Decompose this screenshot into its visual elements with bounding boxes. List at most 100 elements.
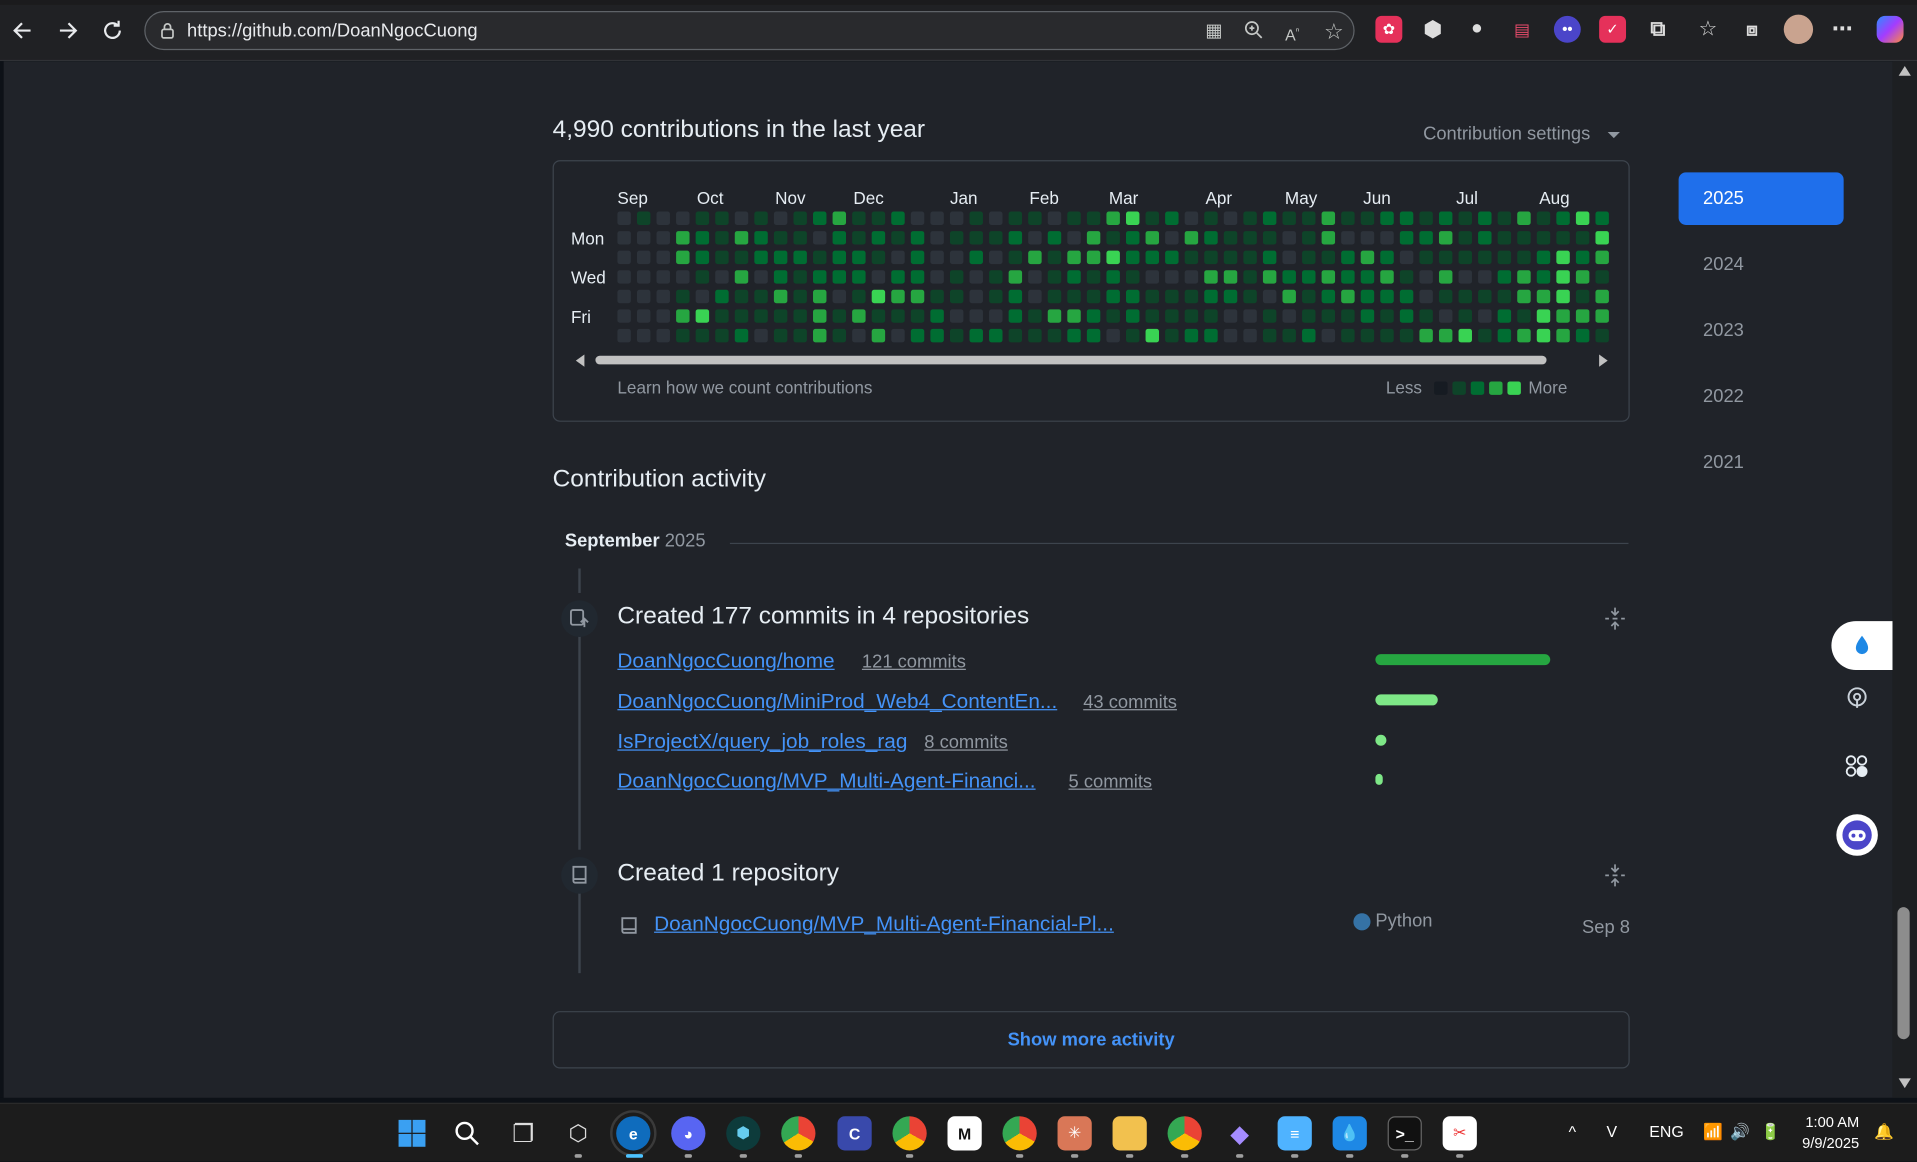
contribution-day[interactable] (1497, 309, 1512, 323)
contribution-day[interactable] (1321, 270, 1336, 284)
commit-count-link[interactable]: 121 commits (862, 652, 966, 673)
contribution-day[interactable] (949, 270, 964, 284)
contribution-day[interactable] (1478, 309, 1492, 323)
contribution-day[interactable] (1262, 211, 1277, 225)
contribution-day[interactable] (1067, 328, 1081, 343)
fold-icon[interactable] (1604, 606, 1626, 630)
contribution-day[interactable] (773, 289, 788, 304)
contribution-day[interactable] (695, 231, 710, 245)
contribution-day[interactable] (910, 231, 925, 245)
contribution-day[interactable] (1419, 211, 1433, 225)
contribution-day[interactable] (1556, 270, 1570, 284)
contribution-day[interactable] (1399, 231, 1414, 245)
contribution-day[interactable] (1067, 250, 1081, 265)
contribution-day[interactable] (1047, 328, 1062, 343)
contribution-day[interactable] (636, 231, 651, 245)
contribution-day[interactable] (1419, 231, 1433, 245)
contribution-day[interactable] (832, 328, 847, 343)
contribution-day[interactable] (1282, 328, 1296, 343)
contribution-day[interactable] (871, 211, 886, 225)
contribution-day[interactable] (676, 328, 690, 343)
contribution-day[interactable] (1360, 231, 1375, 245)
contribution-day[interactable] (989, 328, 1003, 343)
contribution-day[interactable] (1243, 250, 1257, 265)
contribution-day[interactable] (1478, 289, 1492, 304)
contribution-day[interactable] (1321, 289, 1336, 304)
contribution-day[interactable] (734, 328, 749, 343)
contribution-day[interactable] (1282, 309, 1296, 323)
contribution-day[interactable] (949, 250, 964, 265)
contribution-day[interactable] (1438, 250, 1453, 265)
contribution-day[interactable] (1106, 328, 1120, 343)
contribution-day[interactable] (1399, 289, 1414, 304)
contribution-day[interactable] (1302, 250, 1316, 265)
contribution-day[interactable] (910, 250, 925, 265)
wifi-icon[interactable]: 📶 (1703, 1122, 1723, 1142)
notepad-icon[interactable]: ≡ (1277, 1116, 1312, 1151)
obsidian-icon[interactable]: ◆ (1223, 1116, 1257, 1150)
contribution-day[interactable] (1517, 270, 1531, 284)
contribution-day[interactable] (754, 211, 768, 225)
contribution-day[interactable] (1262, 231, 1277, 245)
contribution-day[interactable] (1204, 211, 1218, 225)
created-repo-link[interactable]: DoanNgocCuong/MVP_Multi-Agent-Financial-… (654, 912, 1114, 936)
contribution-day[interactable] (852, 250, 866, 265)
contribution-day[interactable] (969, 250, 983, 265)
contribution-day[interactable] (1145, 270, 1160, 284)
learn-contributions-link[interactable]: Learn how we count contributions (617, 378, 872, 398)
refresh-icon[interactable] (97, 15, 129, 47)
contribution-day[interactable] (1302, 328, 1316, 343)
contribution-day[interactable] (1517, 328, 1531, 343)
contribution-day[interactable] (969, 270, 983, 284)
contribution-day[interactable] (1086, 231, 1101, 245)
scrollbar-thumb[interactable] (595, 355, 1547, 365)
contribution-day[interactable] (715, 250, 729, 265)
contribution-day[interactable] (891, 289, 905, 304)
contribution-day[interactable] (1438, 309, 1453, 323)
more-icon[interactable]: ⋯ (1829, 16, 1856, 43)
app-available-icon[interactable]: ▦ (1202, 20, 1226, 44)
year-2022[interactable]: 2022 (1679, 370, 1844, 423)
contribution-day[interactable] (1536, 289, 1551, 304)
extension-icon-5[interactable]: •• (1553, 15, 1581, 43)
app-c-icon[interactable]: C (837, 1116, 872, 1151)
commit-repo-link[interactable]: DoanNgocCuong/MiniProd_Web4_ContentEn... (617, 690, 1057, 714)
contribution-day[interactable] (715, 309, 729, 323)
contribution-day[interactable] (1204, 231, 1218, 245)
contribution-day[interactable] (969, 289, 983, 304)
contribution-day[interactable] (813, 328, 827, 343)
favorite-star-icon[interactable]: ☆ (1322, 20, 1346, 44)
profile-avatar[interactable] (1783, 14, 1814, 45)
contribution-day[interactable] (734, 231, 749, 245)
contribution-day[interactable] (636, 211, 651, 225)
contribution-day[interactable] (949, 231, 964, 245)
contribution-day[interactable] (1067, 211, 1081, 225)
contribution-day[interactable] (1106, 231, 1120, 245)
contribution-day[interactable] (1047, 270, 1062, 284)
contribution-day[interactable] (793, 250, 807, 265)
podcast-icon[interactable] (1836, 677, 1878, 719)
contribution-day[interactable] (1067, 289, 1081, 304)
contribution-day[interactable] (734, 211, 749, 225)
contribution-day[interactable] (1399, 211, 1414, 225)
contribution-day[interactable] (793, 270, 807, 284)
contribution-day[interactable] (930, 250, 944, 265)
contribution-day[interactable] (813, 309, 827, 323)
contribution-day[interactable] (1595, 250, 1609, 265)
contribution-day[interactable] (1556, 289, 1570, 304)
favorites-icon[interactable]: ☆ (1694, 16, 1721, 43)
contribution-day[interactable] (871, 250, 886, 265)
contribution-day[interactable] (1341, 328, 1355, 343)
contribution-day[interactable] (930, 309, 944, 323)
snipping-tool-icon[interactable]: ✂ (1442, 1116, 1477, 1151)
contribution-day[interactable] (1184, 309, 1199, 323)
read-aloud-icon[interactable]: Aⁿ (1280, 20, 1304, 45)
contribution-day[interactable] (871, 328, 886, 343)
contribution-day[interactable] (930, 270, 944, 284)
contribution-day[interactable] (1165, 289, 1179, 304)
url-text[interactable]: https://github.com/DoanNgocCuong (187, 20, 478, 41)
contribution-day[interactable] (1497, 211, 1512, 225)
contribution-day[interactable] (930, 231, 944, 245)
contribution-day[interactable] (910, 289, 925, 304)
contribution-day[interactable] (813, 289, 827, 304)
